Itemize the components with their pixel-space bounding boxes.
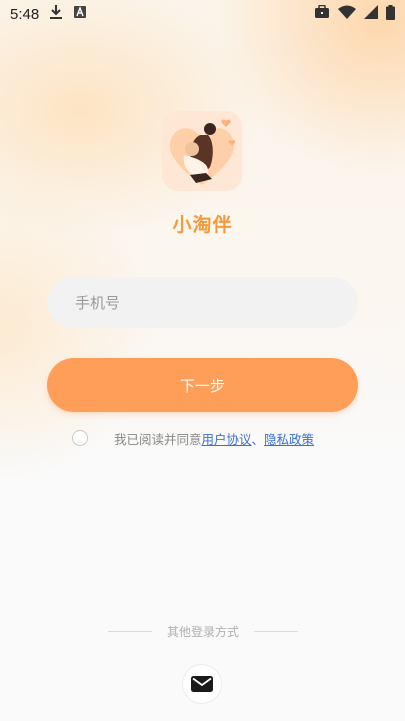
agree-radio[interactable] (72, 430, 88, 446)
agreement-prefix: 我已阅读并同意 (114, 431, 202, 447)
divider-line-right (253, 630, 298, 632)
cell-signal-icon (364, 5, 378, 23)
next-button[interactable]: 下一步 (47, 358, 358, 412)
agreement-row: 我已阅读并同意用户协议、隐私政策 (72, 428, 372, 448)
app-name: 小淘伴 (172, 214, 233, 236)
mail-icon (191, 676, 213, 692)
other-login-divider: 其他登录方式 (108, 622, 298, 640)
mail-login-button[interactable] (182, 664, 222, 704)
agreement-separator: 、 (251, 431, 265, 447)
a-box-icon (73, 5, 87, 23)
status-bar: 5:48 (0, 0, 405, 28)
other-login-label: 其他登录方式 (166, 624, 239, 639)
wifi-icon (338, 5, 356, 23)
agreement-text: 我已阅读并同意用户协议、隐私政策 (114, 429, 314, 448)
privacy-policy-link[interactable]: 隐私政策 (264, 432, 314, 447)
user-agreement-link[interactable]: 用户协议 (202, 432, 252, 447)
app-logo (162, 111, 242, 191)
status-time: 5:48 (10, 5, 40, 23)
download-icon (49, 4, 63, 24)
phone-input[interactable] (47, 277, 358, 328)
battery-icon (386, 4, 395, 24)
briefcase-icon (314, 4, 330, 23)
divider-line-left (108, 630, 152, 632)
couple-heart-logo (162, 111, 242, 191)
